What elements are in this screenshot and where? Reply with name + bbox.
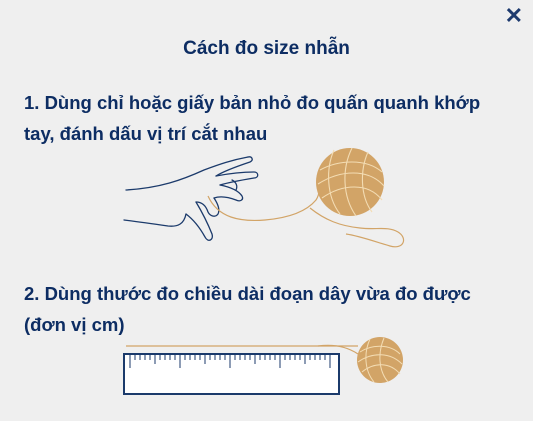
step-1-line-1: 1. Dùng chỉ hoặc giấy bản nhỏ đo quấn qu…: [24, 92, 481, 113]
ring-size-guide-modal: ✕ Cách đo size nhẫn 1. Dùng chỉ hoặc giấ…: [0, 0, 533, 421]
modal-title: Cách đo size nhẫn: [183, 38, 350, 59]
hand-measuring-illustration: [123, 147, 405, 248]
close-icon[interactable]: ✕: [505, 4, 523, 28]
ruler-icon: [123, 353, 340, 395]
step-2-text: 2. Dùng thước đo chiều dài đoạn dây vừa …: [24, 278, 514, 340]
ruler-measuring-illustration: [123, 337, 403, 395]
hand-icon: [123, 156, 259, 241]
yarn-ball-icon: [357, 337, 403, 383]
yarn-ball-icon: [316, 147, 385, 217]
step-2-line-1: 2. Dùng thước đo chiều dài đoạn dây vừa …: [24, 283, 471, 304]
